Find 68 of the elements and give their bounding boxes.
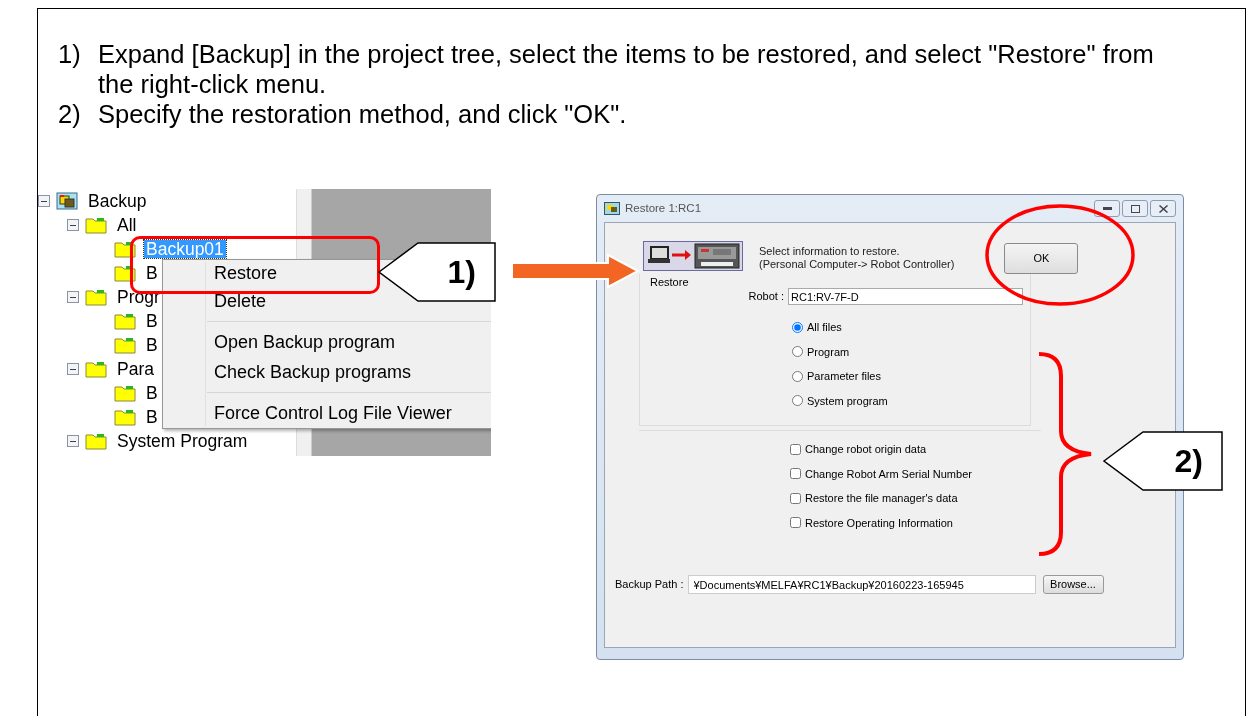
step-text: Expand [Backup] in the project tree, select the items to be restored, and select "Restore" from the right-click menu. xyxy=(98,39,1155,99)
tree-item[interactable]: Backup xyxy=(86,192,149,210)
checkbox[interactable] xyxy=(790,443,801,455)
maximize-button[interactable] xyxy=(1122,200,1148,217)
step-number: 2) xyxy=(58,99,82,129)
checkbox[interactable] xyxy=(790,517,801,529)
folder-icon xyxy=(114,408,136,426)
tree-item[interactable]: B xyxy=(144,264,160,282)
tree-item[interactable]: B xyxy=(144,336,160,354)
window-title: Restore 1:RC1 xyxy=(625,200,702,216)
folder-icon xyxy=(85,216,107,234)
minimize-icon xyxy=(1102,207,1112,210)
robot-field[interactable]: RC1:RV-7F-D xyxy=(788,288,1023,305)
ok-button[interactable]: OK xyxy=(1004,243,1079,274)
menu-item[interactable]: Restore xyxy=(163,260,278,286)
menu-item[interactable]: Check Backup programs xyxy=(163,357,412,387)
radio-button[interactable] xyxy=(792,321,803,333)
app-icon xyxy=(604,202,620,215)
path-field[interactable]: ¥Documents¥MELFA¥RC1¥Backup¥20160223-165945 xyxy=(687,575,1036,594)
collapse-icon[interactable] xyxy=(67,363,79,375)
option-label: Program xyxy=(807,344,850,360)
collapse-icon[interactable] xyxy=(67,291,79,303)
tree-item[interactable]: B xyxy=(144,384,160,402)
step-text: Specify the restoration method, and click "OK". xyxy=(98,99,628,129)
collapse-icon[interactable] xyxy=(67,435,79,447)
checkbox[interactable] xyxy=(790,492,801,504)
tree-item[interactable]: All xyxy=(115,216,139,234)
option-label: Parameter files xyxy=(807,369,881,384)
tree-item[interactable]: B xyxy=(144,408,160,426)
close-icon xyxy=(1158,204,1168,213)
collapse-icon[interactable] xyxy=(67,219,79,231)
tree-item[interactable]: B xyxy=(144,312,160,330)
tree-item[interactable]: System Program xyxy=(115,432,250,450)
callout-label: 1) xyxy=(378,242,496,302)
menu-item[interactable]: Force Control Log File Viewer xyxy=(163,398,452,428)
folder-icon xyxy=(85,288,107,306)
folder-icon xyxy=(85,360,107,378)
group-title: Restore xyxy=(650,275,689,290)
tree-item[interactable]: Para xyxy=(115,360,156,378)
callout-label: 2) xyxy=(1103,431,1223,491)
radio-button[interactable] xyxy=(792,346,803,358)
windows-icon xyxy=(56,192,78,210)
folder-icon xyxy=(85,432,107,450)
option-label: Restore Operating Information xyxy=(805,515,953,531)
folder-icon xyxy=(114,240,136,258)
collapse-icon[interactable] xyxy=(38,195,50,207)
message-text: (Personal Computer-> Robot Controller) xyxy=(759,258,955,271)
menu-item[interactable]: Open Backup program xyxy=(163,327,396,357)
restore-icon xyxy=(1130,204,1140,213)
radio-button[interactable] xyxy=(792,395,803,407)
option-label: System program xyxy=(807,393,888,409)
menu-item[interactable]: Delete xyxy=(163,286,267,316)
arrow-icon xyxy=(510,253,642,289)
radio-button[interactable] xyxy=(792,370,803,382)
folder-icon xyxy=(114,336,136,354)
option-label: Restore the file manager's data xyxy=(805,491,958,506)
option-label: Change robot origin data xyxy=(805,442,927,457)
close-button[interactable] xyxy=(1150,200,1176,217)
folder-icon xyxy=(114,384,136,402)
folder-icon xyxy=(114,264,136,282)
field-label: Backup Path : xyxy=(615,577,684,593)
step-number: 1) xyxy=(58,39,82,70)
option-label: All files xyxy=(807,320,842,335)
browse-button[interactable]: Browse... xyxy=(1042,575,1104,594)
message-text: Select information to restore. xyxy=(759,245,901,258)
checkbox[interactable] xyxy=(790,468,801,480)
folder-icon xyxy=(114,312,136,330)
option-label: Change Robot Arm Serial Number xyxy=(805,466,972,482)
